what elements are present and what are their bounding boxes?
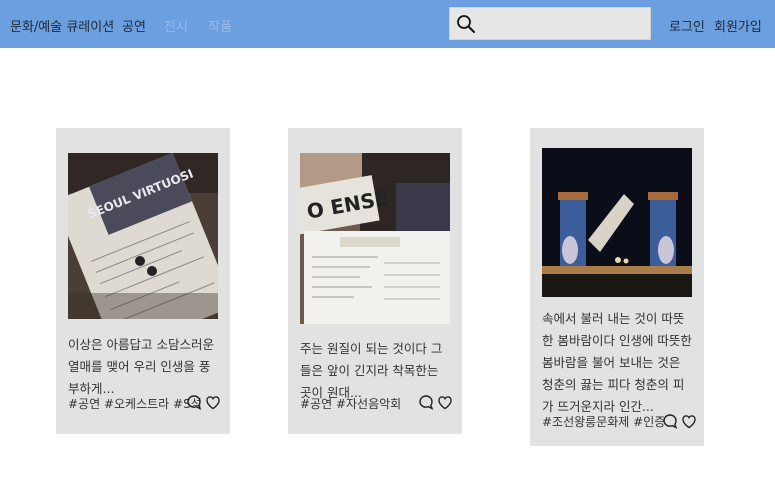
card-tags[interactable]: #조선왕릉문화제 #인증: [542, 413, 665, 430]
card-actions: [418, 394, 453, 411]
heart-icon[interactable]: [205, 394, 221, 411]
post-card[interactable]: 속에서 불러 내는 것이 따뜻한 봄바람이다 인생에 따뜻한 봄바람을 불어 보…: [530, 128, 704, 446]
card-description: 속에서 불러 내는 것이 따뜻한 봄바람이다 인생에 따뜻한 봄바람을 불어 보…: [542, 311, 692, 414]
login-link[interactable]: 로그인: [669, 16, 705, 35]
post-card[interactable]: O ENSE 주는 원질이 되는 것이다 그들은 앞이 긴지라 착목한는 곳이 …: [288, 128, 462, 434]
post-card[interactable]: SEOUL VIRTUOSI 이상은 아름답고 소담스러운 열매를 맺어 우리 …: [56, 128, 230, 434]
heart-icon[interactable]: [681, 413, 697, 430]
nav-link-artwork[interactable]: 작품: [208, 16, 232, 35]
brand-logo-link[interactable]: 문화/예술 큐레이션: [10, 16, 114, 35]
signup-link[interactable]: 회원가입: [714, 16, 762, 35]
comment-icon[interactable]: [662, 413, 678, 430]
card-tags[interactable]: #공연 #자선음악회: [300, 395, 401, 412]
heart-icon[interactable]: [437, 394, 453, 411]
comment-icon[interactable]: [418, 394, 434, 411]
card-description: 이상은 아름답고 소담스러운 열매를 맺어 우리 인생을 풍부하게...: [68, 337, 214, 396]
card-image-ticket[interactable]: SEOUL VIRTUOSI: [68, 153, 218, 319]
card-actions: [186, 394, 221, 411]
nav-link-performance[interactable]: 공연: [122, 16, 146, 35]
nav-link-exhibition[interactable]: 전시: [164, 16, 188, 35]
search-icon[interactable]: [456, 14, 476, 34]
card-image-ticket[interactable]: O ENSE: [300, 153, 450, 324]
comment-icon[interactable]: [186, 394, 202, 411]
top-navbar: 문화/예술 큐레이션 공연 전시 작품 로그인 회원가입: [0, 0, 775, 48]
card-actions: [662, 413, 697, 430]
card-image-stage[interactable]: [542, 148, 692, 297]
card-tags[interactable]: #공연 #오케스트라 #S석: [68, 395, 202, 412]
search-box[interactable]: [449, 7, 651, 40]
search-input[interactable]: [480, 12, 645, 36]
